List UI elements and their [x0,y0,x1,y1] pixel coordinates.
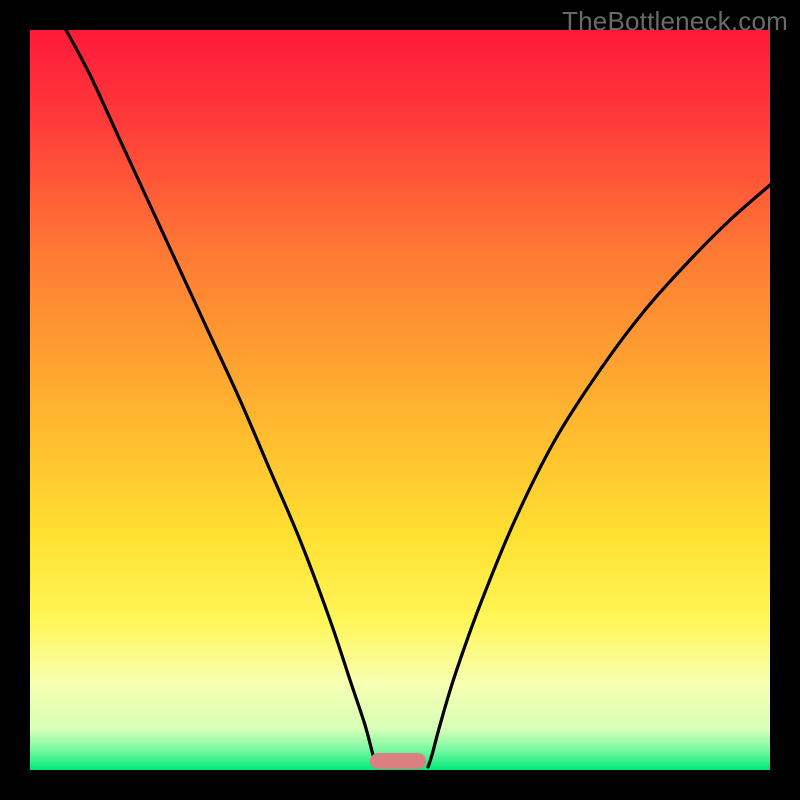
curve-right [428,185,770,767]
bottleneck-curves [30,30,770,770]
chart-frame: TheBottleneck.com [0,0,800,800]
optimal-marker [370,753,426,769]
curve-left [66,30,377,767]
plot-area [30,30,770,770]
